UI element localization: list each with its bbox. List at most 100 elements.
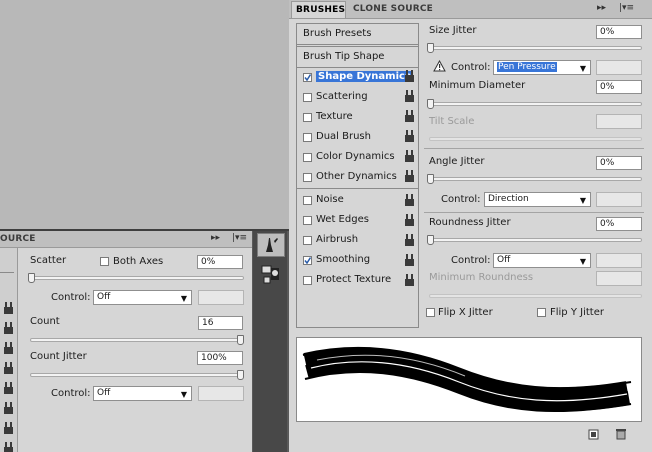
lock-icons-column — [405, 70, 414, 286]
angle-jitter-slider-thumb[interactable] — [427, 174, 434, 184]
size-jitter-slider[interactable] — [429, 46, 642, 50]
count-slider-thumb[interactable] — [237, 335, 244, 345]
roundness-jitter-value[interactable]: 0% — [596, 217, 642, 231]
angle-jitter-slider[interactable] — [429, 177, 642, 181]
min-diameter-label: Minimum Diameter — [429, 80, 526, 91]
chevron-down-icon: ▼ — [579, 196, 586, 205]
tilt-scale-label: Tilt Scale — [429, 116, 475, 127]
size-jitter-slider-thumb[interactable] — [427, 43, 434, 53]
count-value[interactable]: 16 — [198, 316, 243, 330]
chevron-down-icon: ▼ — [180, 390, 187, 399]
option-checkbox[interactable] — [303, 153, 312, 162]
chevron-down-icon: ▼ — [579, 257, 586, 266]
option-checkbox[interactable] — [303, 196, 312, 205]
scatter-control-field — [198, 290, 244, 305]
min-diameter-value[interactable]: 0% — [596, 80, 642, 94]
option-checkbox[interactable] — [303, 216, 312, 225]
flip-x-label: Flip X Jitter — [438, 307, 493, 318]
brush-option-other-dynamics[interactable]: Other Dynamics — [300, 170, 404, 186]
option-checkbox[interactable] — [303, 236, 312, 245]
count-jitter-value[interactable]: 100% — [197, 351, 243, 365]
tilt-scale-slider — [429, 137, 642, 141]
control-label-roundness: Control: — [451, 255, 491, 266]
left-option-stub — [0, 256, 14, 273]
scatter-control-value: Off — [97, 292, 111, 302]
panel-menu-icon[interactable]: |▾≡ — [619, 3, 634, 13]
angle-control-select[interactable]: Direction ▼ — [484, 192, 591, 207]
option-checkbox[interactable] — [303, 276, 312, 285]
count-control-select[interactable]: Off ▼ — [93, 386, 192, 401]
brush-option-smoothing[interactable]: Smoothing — [300, 253, 404, 269]
tab-clone-source[interactable]: CLONE SOURCE — [353, 4, 433, 14]
roundness-jitter-slider[interactable] — [429, 238, 642, 242]
brush-option-noise[interactable]: Noise — [300, 193, 404, 209]
brush-option-protect-texture[interactable]: Protect Texture — [300, 273, 404, 289]
tab-brushes[interactable]: BRUSHES — [291, 1, 346, 18]
angle-control-value: Direction — [488, 194, 529, 204]
left-lock-column — [0, 248, 18, 452]
roundness-jitter-slider-thumb[interactable] — [427, 235, 434, 245]
scatter-slider[interactable] — [30, 276, 244, 280]
min-diameter-slider[interactable] — [429, 102, 642, 106]
tab-clone-source-partial[interactable]: OURCE — [0, 234, 36, 244]
section-divider — [424, 148, 644, 149]
flip-y-label: Flip Y Jitter — [550, 307, 604, 318]
roundness-jitter-label: Roundness Jitter — [429, 217, 511, 228]
tilt-scale-value — [596, 114, 642, 129]
brush-tip-shape-item[interactable]: Brush Tip Shape — [297, 49, 418, 66]
scatter-slider-thumb[interactable] — [28, 273, 35, 283]
clone-source-tabbar: OURCE ▸▸ |▾≡ — [0, 231, 252, 248]
min-roundness-slider — [429, 294, 642, 298]
brush-presets-item[interactable]: Brush Presets — [297, 24, 418, 45]
brush-option-texture[interactable]: Texture — [300, 110, 404, 126]
count-jitter-slider-thumb[interactable] — [237, 370, 244, 380]
count-jitter-slider[interactable] — [30, 373, 244, 377]
brush-option-airbrush[interactable]: Airbrush — [300, 233, 404, 249]
angle-jitter-label: Angle Jitter — [429, 156, 485, 167]
collapse-panel-icon[interactable]: ▸▸ — [211, 233, 220, 243]
min-diameter-slider-thumb[interactable] — [427, 99, 434, 109]
brush-option-shape-dynamics[interactable]: Shape Dynamics — [300, 70, 413, 86]
option-label: Smoothing — [316, 254, 371, 265]
option-checkbox[interactable] — [303, 93, 312, 102]
count-jitter-label: Count Jitter — [30, 351, 87, 362]
scatter-label: Scatter — [30, 255, 67, 266]
lock-icons-column — [4, 302, 13, 452]
count-control-value: Off — [97, 388, 111, 398]
option-checkbox[interactable] — [303, 133, 312, 142]
option-label: Noise — [316, 194, 344, 205]
chevron-down-icon: ▼ — [579, 64, 586, 73]
size-control-select[interactable]: Pen Pressure ▼ — [493, 60, 591, 75]
scatter-value[interactable]: 0% — [197, 255, 243, 269]
option-label: Color Dynamics — [316, 151, 395, 162]
option-checkbox[interactable] — [303, 113, 312, 122]
brush-option-wet-edges[interactable]: Wet Edges — [300, 213, 404, 229]
option-checkbox[interactable] — [303, 256, 312, 265]
brush-option-scattering[interactable]: Scattering — [300, 90, 404, 106]
flip-x-checkbox[interactable] — [426, 308, 435, 317]
clone-source-icon[interactable] — [260, 264, 282, 286]
trash-icon[interactable] — [615, 428, 627, 440]
scatter-control-select[interactable]: Off ▼ — [93, 290, 192, 305]
count-slider[interactable] — [30, 338, 244, 342]
roundness-control-select[interactable]: Off ▼ — [493, 253, 591, 268]
divider — [297, 67, 418, 68]
angle-jitter-value[interactable]: 0% — [596, 156, 642, 170]
option-label: Scattering — [316, 91, 368, 102]
count-label: Count — [30, 316, 60, 327]
brush-option-color-dynamics[interactable]: Color Dynamics — [300, 150, 404, 166]
brush-option-dual-brush[interactable]: Dual Brush — [300, 130, 404, 146]
size-jitter-value[interactable]: 0% — [596, 25, 642, 39]
new-brush-icon[interactable] — [588, 429, 600, 440]
size-control-field — [596, 60, 642, 75]
option-checkbox[interactable] — [303, 173, 312, 182]
brush-panel-icon[interactable] — [257, 233, 285, 257]
count-control-field — [198, 386, 244, 401]
collapse-panel-icon[interactable]: ▸▸ — [597, 3, 606, 13]
option-checkbox[interactable] — [303, 73, 312, 82]
both-axes-checkbox[interactable] — [100, 257, 109, 266]
panel-menu-icon[interactable]: |▾≡ — [232, 233, 247, 243]
flip-y-checkbox[interactable] — [537, 308, 546, 317]
divider — [297, 46, 418, 47]
option-label: Protect Texture — [316, 274, 392, 285]
